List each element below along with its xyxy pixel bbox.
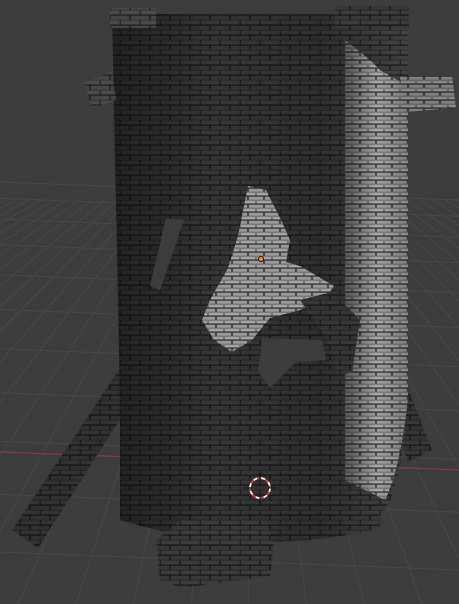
grid-line [419,199,459,226]
viewport-canvas[interactable] [0,0,459,604]
grid-line [0,199,93,271]
grid-line [0,199,55,234]
grid-line [432,199,459,217]
ledge-right[interactable] [400,76,456,112]
object-origin-dot[interactable] [257,255,264,262]
grid-line [0,199,30,217]
grid-line [0,199,17,209]
ledge-left[interactable] [84,72,116,108]
3d-viewport[interactable] [0,0,459,604]
base-block[interactable] [156,520,274,588]
